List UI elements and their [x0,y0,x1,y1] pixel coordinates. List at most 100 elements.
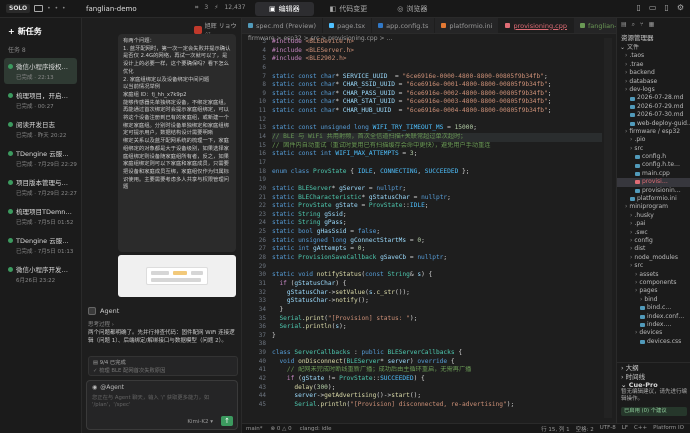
tree-folder[interactable]: › bind [617,296,690,304]
tree-file[interactable]: 2026-07-30.md [617,111,690,119]
tree-folder[interactable]: › miniprogram [617,203,690,211]
task-item[interactable]: 阅读开发日志 已完成 · 昨天 20:22 [4,116,77,142]
layout-left-icon[interactable]: ▯ [636,3,640,12]
line-number: 24 [258,219,266,227]
editor-tab[interactable]: platformio.ini [435,18,500,33]
more-icon[interactable]: • • • [47,5,66,12]
git-icon[interactable]: ⑂ [640,21,644,28]
mode-tabs: ▣ 编辑器 ◧ 代码变更 ◎ 浏览器 [255,2,441,16]
model-selector[interactable]: Kimi-K2 ▾ [187,419,213,425]
tree-folder[interactable]: › config [617,237,690,245]
editor-tab[interactable]: page.tsx [323,18,373,33]
tree-file[interactable]: config.h [617,153,690,161]
minimap[interactable] [604,38,612,418]
task-item[interactable]: 微信小程序开发… 6月26日 23:22 [4,261,77,287]
status-item[interactable]: Platform IO [653,425,684,433]
tree-section[interactable]: ⌄ 文件 [617,44,690,52]
tab-changes[interactable]: ◧ 代码变更 [316,2,382,16]
settings-icon[interactable]: ⚙ [677,3,684,12]
layout-bottom-icon[interactable]: ▭ [649,3,657,12]
agent-mention[interactable]: ◉ @Agent [92,384,232,391]
status-item[interactable]: clangd: idle [300,426,332,432]
tree-folder[interactable]: › backend [617,69,690,77]
tree-folder[interactable]: › dev-logs [617,86,690,94]
outline-section[interactable]: › 大纲 [617,363,690,372]
editor-tab[interactable]: app.config.ts [372,18,436,33]
search-icon[interactable]: ⌕ [632,21,635,28]
tree-file[interactable]: provisionin… [617,187,690,195]
tree-file[interactable]: index.conf… [617,313,690,321]
explorer-title: 资源管理器 [621,34,654,42]
task-item[interactable]: TDengine 云服… 已完成 · 7月5日 01:13 [4,232,77,258]
tree-label: 2026-07-28.md [637,94,684,102]
tree-folder[interactable]: › pages [617,287,690,295]
tree-label: .swc [634,228,648,236]
tree-file[interactable]: config.h.te… [617,161,690,169]
tree-folder[interactable]: › .husky [617,212,690,220]
editor-tab[interactable]: spec.md (Preview) [242,18,324,33]
tree-file[interactable]: devices.css [617,338,690,346]
tab-browser[interactable]: ◎ 浏览器 [383,2,441,16]
send-button[interactable]: ↑ [221,416,233,426]
files-icon[interactable]: ▤ [621,21,627,28]
task-item[interactable]: 梳理项目TDemn… 已完成 · 7月5日 01:52 [4,203,77,229]
task-item[interactable]: TDengine 云服… 已完成 · 7月29日 22:29 [4,145,77,171]
tree-folder[interactable]: › .pai [617,220,690,228]
tree-folder[interactable]: › firmware / esp32 [617,128,690,136]
status-item[interactable]: UTF-8 [600,425,616,433]
task-item[interactable]: 梳理项目，开启… 已完成 · 00:27 [4,87,77,113]
code-area[interactable]: #include <BLEDevice.h> #include <BLEServ… [272,38,602,410]
tree-folder[interactable]: › .swc [617,229,690,237]
tree-folder[interactable]: › node_modules [617,254,690,262]
task-meta: 已完成 · 昨天 20:22 [16,133,67,139]
tree-folder[interactable]: › components [617,279,690,287]
tree-folder[interactable]: › dist [617,245,690,253]
tree-file[interactable]: index.… [617,321,690,329]
status-item[interactable]: C++ [634,425,647,433]
status-item[interactable]: LF [622,425,628,433]
project-name[interactable]: fanglian-demo [82,5,202,13]
tree-file[interactable]: provisi… [617,178,690,187]
editor-tab[interactable]: provisioning.cpp [499,18,574,33]
think-toggle[interactable]: 思考过程 › [88,320,114,328]
editor-tab[interactable]: fanglian-200.pi… [574,18,616,33]
status-item[interactable]: 行 15, 列 1 [541,425,570,433]
layout-right-icon[interactable]: ▯ [664,3,668,12]
tree-file[interactable]: 2026-07-29.md [617,103,690,111]
task-title-text: 项目版本管理与… [16,179,68,187]
attachment-image[interactable] [118,255,236,297]
task-title-text: 梳理项目，开启… [16,92,68,100]
task-item[interactable]: 微信小程序授权… 已完成 · 22:13 [4,58,77,84]
line-number: 5 [262,55,266,63]
tree-folder[interactable]: › devices [617,329,690,337]
tree-label: database [629,77,658,85]
tree-folder[interactable]: › .taos [617,52,690,60]
tree-file[interactable]: web-deploy-guid… [617,120,690,128]
tree-folder[interactable]: › src [617,262,690,270]
tree-folder[interactable]: › assets [617,271,690,279]
tree-file[interactable]: 2026-07-28.md [617,94,690,102]
new-task-button[interactable]: + 新任务 [4,24,77,39]
todo-panel[interactable]: ▤ 9/4 已完成 ✓ 梳理 BLE 配网首次失败原因 [88,356,238,376]
solo-badge[interactable]: SOLO [6,4,31,13]
task-item[interactable]: 项目版本管理与… 已完成 · 7月29日 22:27 [4,174,77,200]
chat-input[interactable]: ◉ @Agent 您正在与 Agent 聊天，输入 '/' 获取更多能力，如 '/… [86,380,238,430]
status-item[interactable]: main* [246,426,263,432]
tree-file[interactable]: platformio.ini [617,195,690,203]
tree-folder[interactable]: › .pio [617,136,690,144]
cue-pro-title[interactable]: ⌄ Cue-Pro [621,382,687,389]
tree-file[interactable]: main.cpp [617,170,690,178]
tree-label: provisionin… [642,186,681,194]
cue-pro-status[interactable]: 已启用 (0) 个建议 [621,407,687,416]
extensions-icon[interactable]: ▦ [649,21,655,28]
tab-editor[interactable]: ▣ 编辑器 [255,2,314,16]
tree-folder[interactable]: › .trae [617,61,690,69]
status-item[interactable]: ⊗ 0 △ 0 [271,426,292,432]
tree-folder[interactable]: › database [617,78,690,86]
tree-file[interactable]: bind.c… [617,304,690,312]
line-number: 42 [258,374,266,382]
sidebar-toggle-icon[interactable] [34,5,44,12]
editor-tab-label: app.config.ts [386,21,429,30]
status-item[interactable]: 空格: 2 [576,425,594,433]
tree-folder[interactable]: › src [617,145,690,153]
